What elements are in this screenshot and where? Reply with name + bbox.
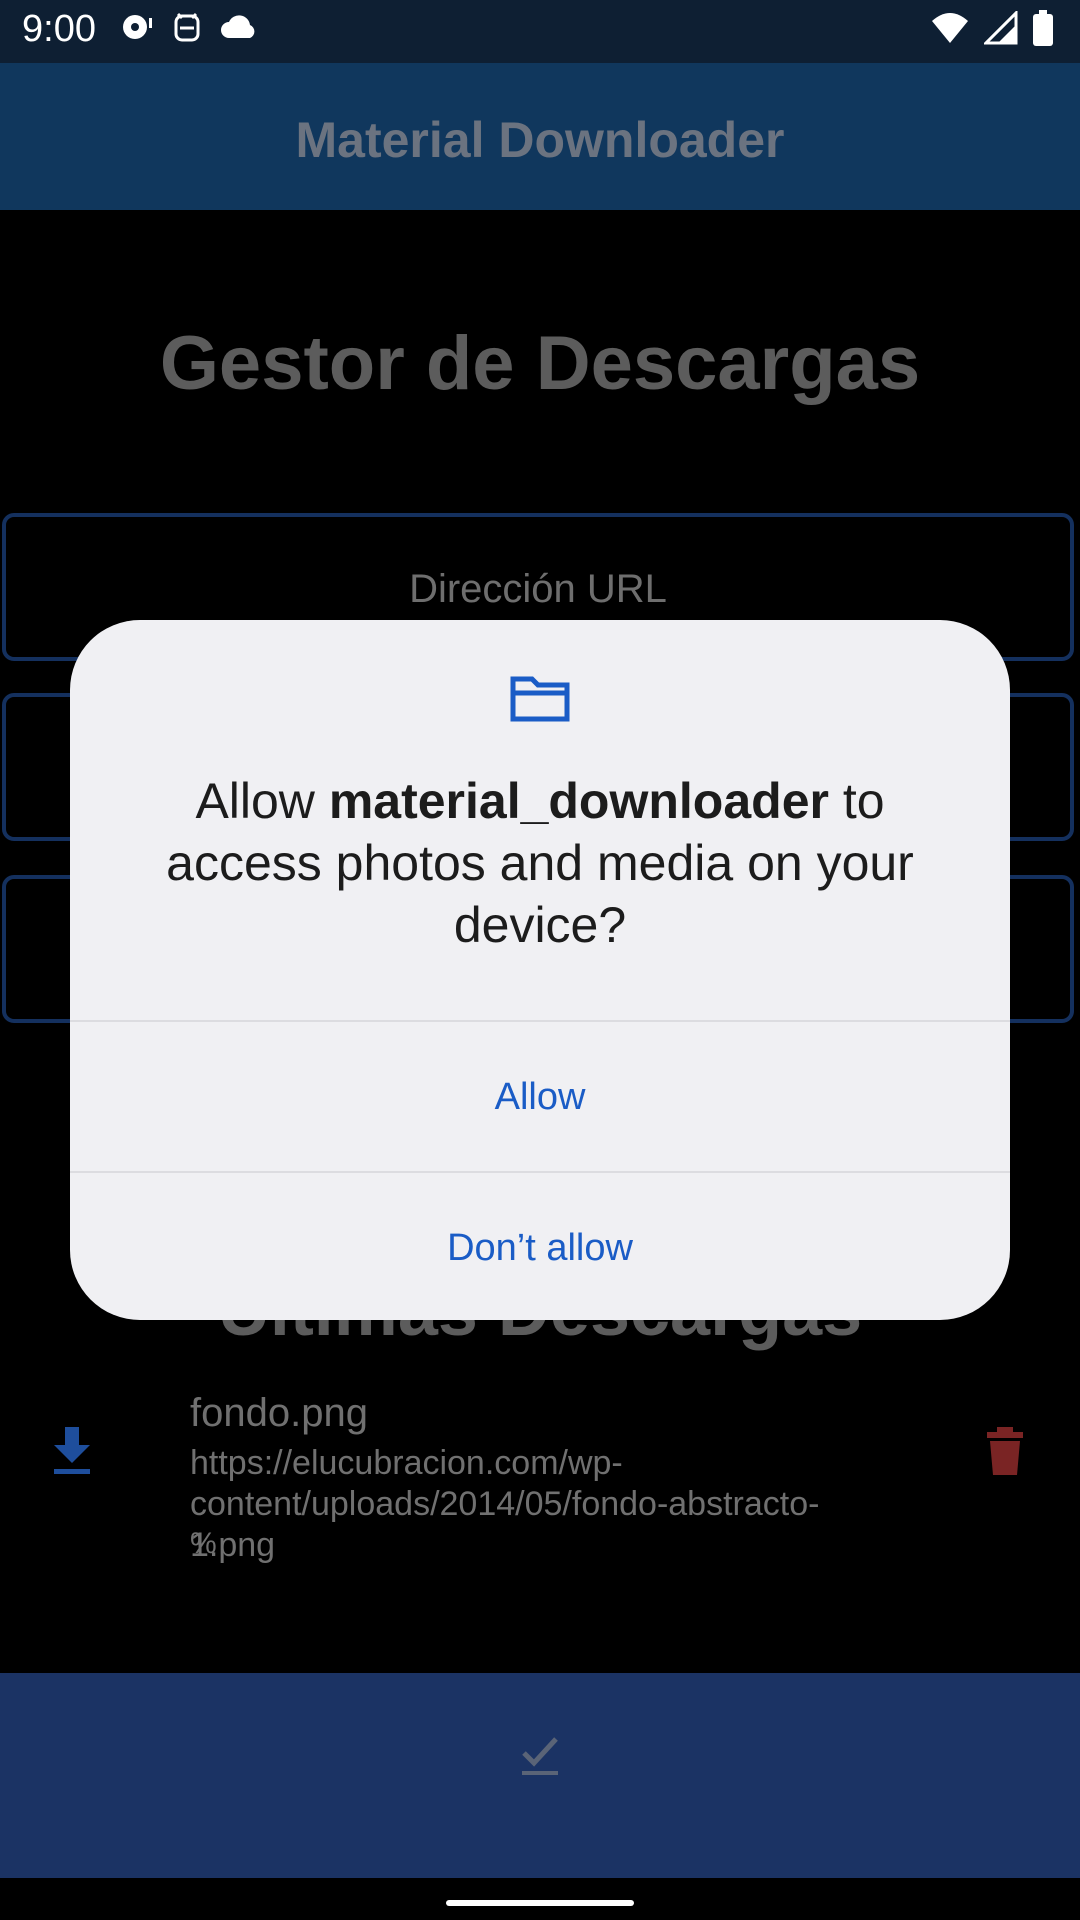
list-item[interactable]: fondo.png https://elucubracion.com/wp-co… xyxy=(0,1385,1080,1565)
status-notification-icons xyxy=(120,10,258,49)
allow-button[interactable]: Allow xyxy=(70,1022,1010,1172)
url-input-label: Dirección URL xyxy=(409,567,667,611)
dont-allow-button[interactable]: Don’t allow xyxy=(70,1173,1010,1320)
dialog-message-prefix: Allow xyxy=(195,773,329,829)
status-time: 9:00 xyxy=(22,8,96,50)
wifi-icon xyxy=(930,11,970,50)
download-title: fondo.png xyxy=(190,1391,368,1435)
app-title: Material Downloader xyxy=(295,112,785,168)
download-progress: % xyxy=(190,1527,217,1560)
folder-icon xyxy=(510,675,570,728)
assistant-icon xyxy=(172,10,202,49)
status-system-icons xyxy=(930,9,1054,51)
dialog-message: Allow material_downloader to access phot… xyxy=(130,770,950,956)
check-icon[interactable] xyxy=(520,1733,560,1782)
signal-icon xyxy=(982,9,1018,50)
battery-icon xyxy=(1032,10,1054,51)
delete-icon[interactable] xyxy=(985,1427,1025,1482)
permission-dialog: Allow material_downloader to access phot… xyxy=(70,620,1010,1320)
gesture-nav-handle[interactable] xyxy=(446,1900,634,1906)
page-heading: Gestor de Descargas xyxy=(159,321,921,406)
bottom-bar xyxy=(0,1673,1080,1878)
app-bar: Material Downloader xyxy=(0,63,1080,210)
dialog-app-name: material_downloader xyxy=(328,773,829,829)
download-url: https://elucubracion.com/wp-content/uplo… xyxy=(190,1444,820,1564)
download-icon[interactable] xyxy=(52,1425,92,1480)
status-bar: 9:00 xyxy=(0,0,1080,63)
cloud-icon xyxy=(220,12,258,47)
media-icon xyxy=(120,10,154,49)
